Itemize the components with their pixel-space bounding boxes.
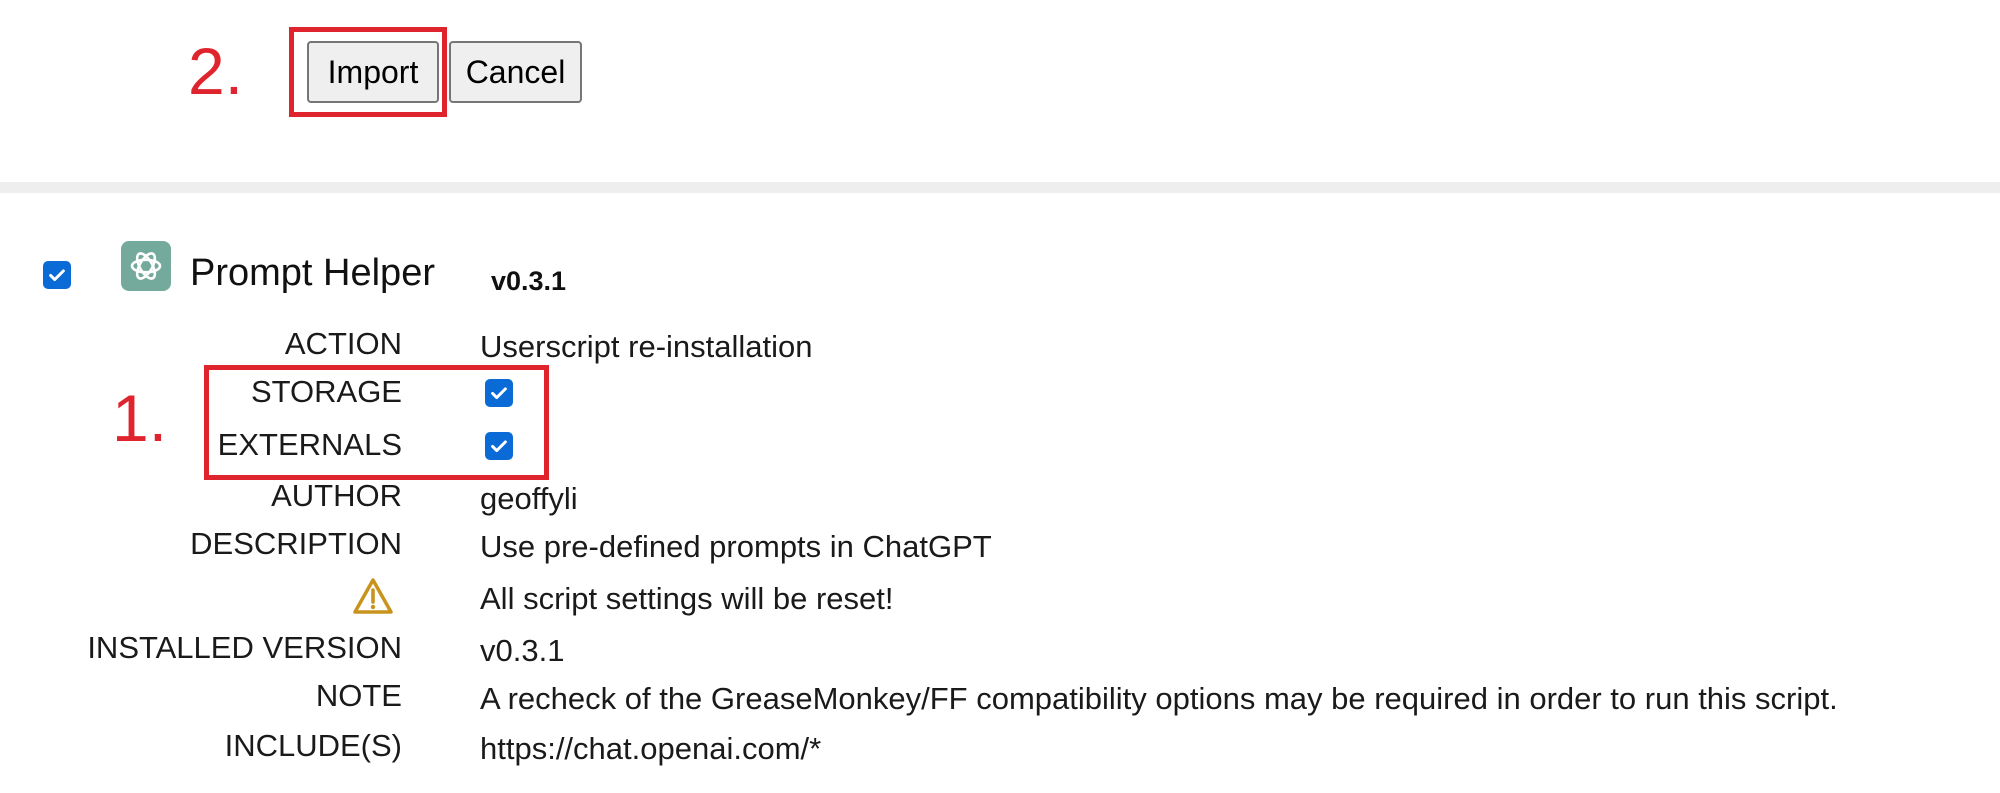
externals-checkbox[interactable] [485,432,513,460]
script-version: v0.3.1 [491,266,567,296]
externals-label: EXTERNALS [217,427,402,462]
script-enable-checkbox[interactable] [43,261,71,289]
note-value: A recheck of the GreaseMonkey/FF compati… [480,681,1838,716]
includes-value: https://chat.openai.com/* [480,731,822,766]
checkmark-icon [491,440,507,453]
author-label: AUTHOR [271,478,402,513]
includes-label: INCLUDE(S) [224,728,402,763]
action-value: Userscript re-installation [480,329,813,364]
chatgpt-logo-icon [121,241,171,291]
storage-checkbox[interactable] [485,379,513,407]
description-value: Use pre-defined prompts in ChatGPT [480,529,992,564]
installed-version-value: v0.3.1 [480,633,565,668]
section-divider [0,182,2000,193]
storage-label: STORAGE [250,374,402,409]
checkmark-icon [491,387,507,400]
note-label: NOTE [315,678,402,713]
installed-version-label: INSTALLED VERSION [87,630,402,665]
step-2-annotation: 2. [188,34,244,108]
step-1-annotation: 1. [112,381,168,455]
action-label: ACTION [284,326,402,361]
author-value: geoffyli [480,481,578,516]
script-name: Prompt Helper [190,252,435,294]
warning-icon [353,578,393,614]
description-label: DESCRIPTION [190,526,402,561]
checkmark-icon [49,269,65,282]
import-button[interactable]: Import [307,41,439,103]
cancel-button[interactable]: Cancel [449,41,582,103]
warning-value: All script settings will be reset! [480,581,894,616]
